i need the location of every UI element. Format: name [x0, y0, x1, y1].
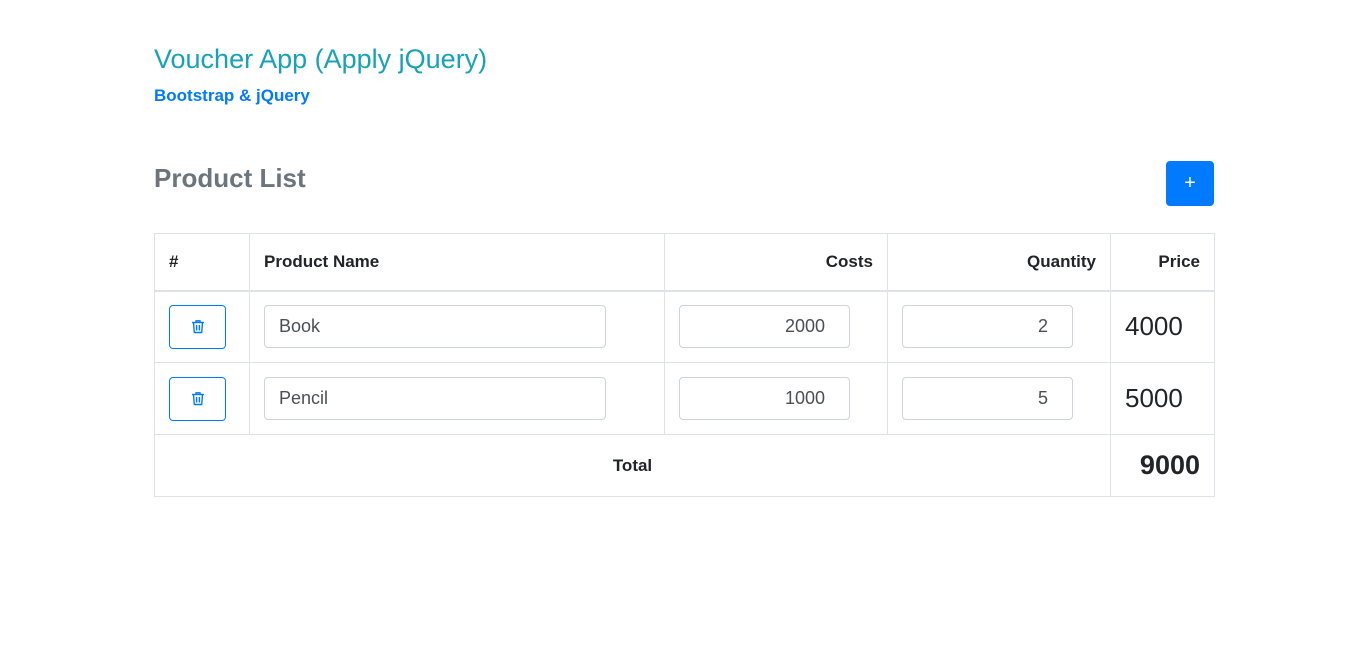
column-header-quantity: Quantity [887, 233, 1111, 292]
column-header-index: # [154, 233, 250, 292]
product-name-input[interactable] [264, 377, 606, 420]
total-value: 9000 [1110, 434, 1215, 497]
product-table: # Product Name Costs Quantity Price Book… [154, 233, 1215, 497]
total-row: Total 9000 [154, 434, 1215, 497]
costs-input[interactable] [679, 377, 850, 420]
row-action-cell [154, 362, 250, 435]
costs-input[interactable] [679, 305, 850, 349]
delete-row-button[interactable] [169, 376, 226, 421]
row-price: 5000 [1110, 362, 1215, 435]
row-quantity-cell [887, 290, 1111, 363]
row-action-cell [154, 290, 250, 363]
table-header-row: # Product Name Costs Quantity Price [154, 233, 1215, 292]
column-header-product-name: Product Name [249, 233, 665, 292]
column-header-costs: Costs [664, 233, 888, 292]
app-title: Voucher App (Apply jQuery) [154, 44, 488, 74]
quantity-input[interactable] [902, 377, 1073, 420]
app-subtitle: Bootstrap & jQuery [154, 86, 310, 105]
row-costs-cell [664, 362, 888, 435]
row-quantity-cell [887, 362, 1111, 435]
quantity-input[interactable] [902, 305, 1073, 349]
row-costs-cell [664, 290, 888, 363]
row-price: 4000 [1110, 290, 1215, 363]
row-name-cell [249, 362, 665, 435]
section-title: Product List [154, 163, 306, 193]
total-label: Total [154, 434, 1111, 497]
add-product-button[interactable]: + [1166, 161, 1214, 206]
product-name-input[interactable] [264, 305, 606, 349]
column-header-price: Price [1110, 233, 1215, 292]
table-row: 4000 [154, 290, 1215, 363]
row-name-cell [249, 290, 665, 363]
delete-row-button[interactable] [169, 304, 226, 349]
trash-icon [191, 392, 204, 406]
trash-icon [191, 320, 204, 334]
table-row: 5000 [154, 362, 1215, 435]
